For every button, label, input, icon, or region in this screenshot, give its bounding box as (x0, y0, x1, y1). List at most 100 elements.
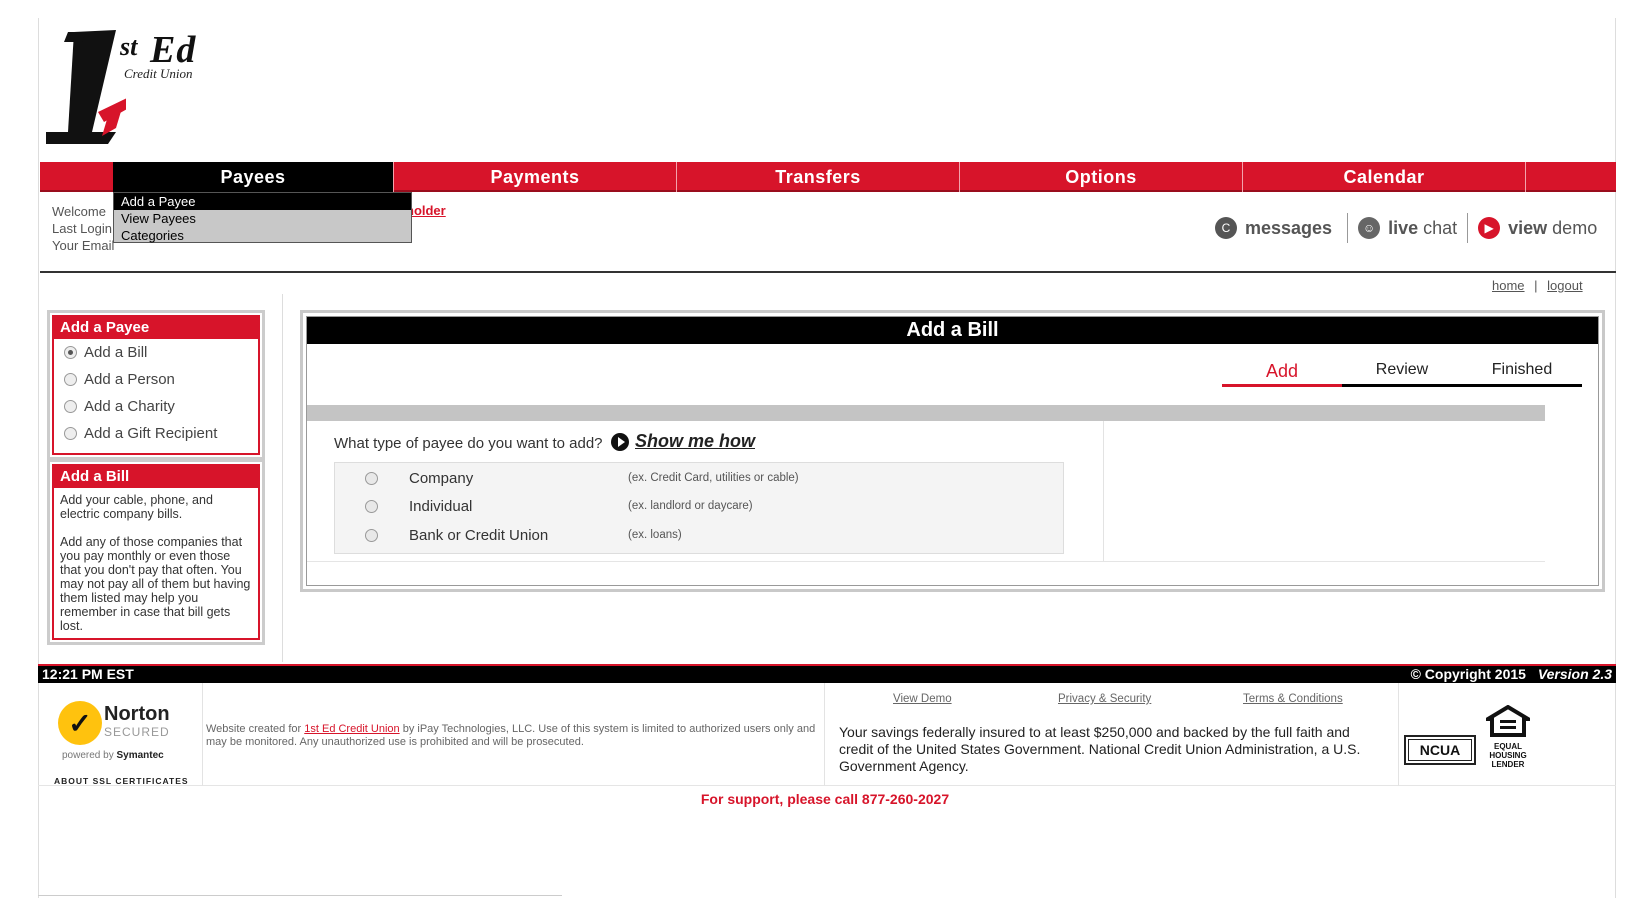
radio-button[interactable] (64, 346, 77, 359)
info-paragraph: Add any of those companies that you pay … (60, 535, 251, 633)
house-icon (1480, 704, 1536, 737)
payee-type-example: (ex. landlord or daycare) (628, 500, 753, 512)
nav-transfers[interactable]: Transfers (676, 162, 959, 192)
copyright: © Copyright 2015 Version 2.3 (1411, 666, 1612, 682)
nav-options[interactable]: Options (959, 162, 1242, 192)
payee-type-label: Individual (409, 497, 473, 515)
norton-secured: SECURED (104, 725, 170, 739)
content-divider (1103, 421, 1104, 561)
last-login-line: Last Login (52, 221, 112, 236)
credit-union-logo[interactable]: st Ed Credit Union (46, 28, 216, 152)
nav-payments[interactable]: Payments (393, 162, 676, 192)
logo-st: st (120, 32, 138, 61)
dropdown-view-payees[interactable]: View Payees (114, 210, 411, 227)
bottom-rule (38, 895, 562, 896)
radio-button[interactable] (365, 471, 378, 485)
payee-type-question: What type of payee do you want to add? (334, 435, 603, 452)
option-add-charity[interactable]: Add a Charity (54, 393, 258, 420)
messages-icon: C (1215, 217, 1237, 239)
step-finished: Finished (1462, 361, 1582, 387)
symantec-text: Symantec (116, 750, 164, 761)
footer-divider (1398, 683, 1399, 786)
add-bill-panel: Add a Bill Add Review Finished What type… (300, 310, 1605, 592)
footer: ✓ Norton SECURED powered by Symantec ABO… (38, 683, 1616, 786)
site-credits: Website created for 1st Ed Credit Union … (206, 723, 816, 749)
radio-button[interactable] (64, 373, 77, 386)
footer-divider (824, 683, 825, 786)
main-nav: Payees Payments Transfers Options Calend… (40, 162, 1616, 192)
add-payee-title: Add a Payee (54, 317, 258, 339)
payee-type-company[interactable]: Company (ex. Credit Card, utilities or c… (335, 463, 1065, 493)
chat-headset-icon: ☺ (1358, 217, 1381, 239)
header-divider (40, 271, 1616, 273)
payee-type-label: Bank or Credit Union (409, 526, 549, 544)
payee-type-options: Company (ex. Credit Card, utilities or c… (334, 462, 1064, 554)
footer-status-bar: 12:21 PM EST © Copyright 2015 Version 2.… (38, 664, 1616, 683)
payee-type-bank[interactable]: Bank or Credit Union (ex. loans) (335, 520, 1065, 550)
payees-dropdown: Add a Payee View Payees Categories (113, 192, 412, 243)
ehl-text: EQUAL HOUSING LENDER (1489, 742, 1527, 769)
nav-calendar[interactable]: Calendar (1242, 162, 1525, 192)
link-separator: | (1534, 278, 1538, 293)
dropdown-add-payee[interactable]: Add a Payee (114, 193, 411, 210)
add-payee-panel: Add a Payee Add a Bill Add a Person Add … (47, 310, 265, 460)
chat-label: chat (1423, 217, 1458, 238)
view-label: view (1508, 217, 1548, 238)
view-demo-link[interactable]: ▶ view demo (1468, 213, 1607, 243)
nav-payees[interactable]: Payees (113, 162, 393, 192)
powered-by-text: powered by (62, 750, 114, 761)
current-time: 12:21 PM EST (42, 666, 134, 682)
email-line: Your Email (52, 238, 115, 253)
payee-type-label: Company (409, 469, 474, 487)
ncua-logo: NCUA (1404, 735, 1476, 765)
show-how-label: Show me how (635, 431, 756, 451)
footer-privacy-link[interactable]: Privacy & Security (1058, 693, 1151, 705)
step-add: Add (1222, 361, 1342, 387)
show-me-how-link[interactable]: Show me how (611, 431, 755, 452)
payee-type-example: (ex. Credit Card, utilities or cable) (628, 472, 799, 484)
option-add-bill[interactable]: Add a Bill (54, 339, 258, 366)
checkmark-icon: ✓ (58, 701, 102, 745)
ncua-text: NCUA (1419, 742, 1461, 758)
payee-type-example: (ex. loans) (628, 529, 682, 541)
live-label: live (1388, 217, 1419, 238)
home-link[interactable]: home (1492, 278, 1525, 293)
radio-button[interactable] (64, 400, 77, 413)
norton-name: Norton (104, 703, 170, 725)
logo-numeral-icon (46, 30, 126, 144)
about-ssl-link[interactable]: ABOUT SSL CERTIFICATES (54, 776, 189, 786)
messages-link[interactable]: C messages (1205, 213, 1347, 243)
add-bill-info-text: Add your cable, phone, and electric comp… (54, 488, 258, 638)
option-add-person[interactable]: Add a Person (54, 366, 258, 393)
panel-title: Add a Bill (307, 317, 1598, 344)
panel-rule (307, 561, 1545, 562)
radio-button[interactable] (365, 528, 378, 542)
progress-steps: Add Review Finished (1222, 361, 1582, 389)
play-icon: ▶ (1478, 217, 1501, 239)
demo-label: demo (1552, 217, 1598, 238)
radio-button[interactable] (64, 427, 77, 440)
play-circle-icon (611, 432, 629, 451)
live-chat-link[interactable]: ☺ live chat (1348, 213, 1467, 243)
logout-link[interactable]: logout (1547, 278, 1582, 293)
option-add-gift-recipient[interactable]: Add a Gift Recipient (54, 420, 258, 447)
nav-spacer-left (40, 162, 112, 192)
credits-prefix: Website created for (206, 723, 302, 735)
footer-terms-link[interactable]: Terms & Conditions (1243, 693, 1343, 705)
option-label: Add a Gift Recipient (84, 425, 218, 442)
info-paragraph: Add your cable, phone, and electric comp… (60, 493, 213, 521)
payee-type-individual[interactable]: Individual (ex. landlord or daycare) (335, 491, 1065, 521)
credit-union-link[interactable]: 1st Ed Credit Union (304, 723, 399, 735)
messages-label: messages (1245, 217, 1333, 238)
support-phone: For support, please call 877-260-2027 (700, 791, 950, 807)
top-links: home | logout (1492, 278, 1583, 293)
step-review: Review (1342, 361, 1462, 387)
footer-divider (202, 683, 203, 786)
add-bill-info-panel: Add a Bill Add your cable, phone, and el… (47, 459, 265, 645)
norton-seal[interactable]: ✓ Norton SECURED powered by Symantec (56, 697, 206, 787)
radio-button[interactable] (365, 499, 378, 513)
dropdown-categories[interactable]: Categories (114, 227, 411, 244)
nav-spacer-right (1525, 162, 1616, 192)
welcome-line: Welcome (52, 204, 106, 219)
footer-view-demo-link[interactable]: View Demo (893, 693, 952, 705)
